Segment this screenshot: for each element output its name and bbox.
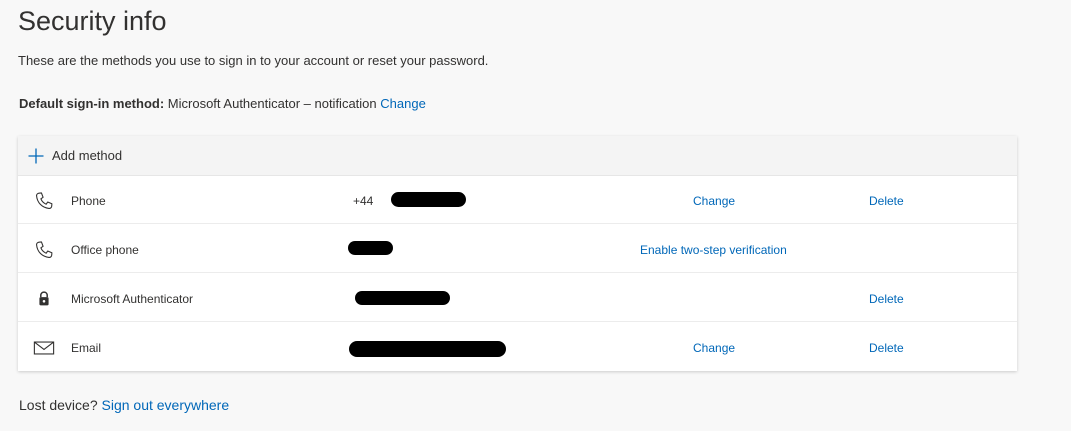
mail-icon	[33, 341, 55, 355]
change-email-link[interactable]: Change	[693, 341, 735, 355]
phone-icon	[36, 192, 53, 209]
delete-email-link[interactable]: Delete	[869, 341, 904, 355]
method-name: Office phone	[71, 243, 139, 257]
sign-out-everywhere-link[interactable]: Sign out everywhere	[102, 397, 230, 413]
methods-panel: Add method Phone +44 Change Delete Offic…	[18, 136, 1017, 371]
add-method-label: Add method	[52, 148, 123, 163]
change-phone-link[interactable]: Change	[693, 194, 735, 208]
method-row-email: Email Change Delete	[18, 323, 1017, 371]
add-method-button[interactable]: Add method	[18, 136, 1017, 176]
page-title: Security info	[18, 6, 167, 36]
method-row-phone: Phone +44 Change Delete	[18, 176, 1017, 224]
redaction-mark	[355, 291, 450, 305]
phone-icon	[36, 241, 53, 258]
method-value-text: +44	[353, 194, 374, 208]
redaction-mark	[391, 192, 466, 207]
redaction-mark	[349, 341, 506, 357]
lost-device-section: Lost device? Sign out everywhere	[19, 397, 229, 413]
page-subtitle: These are the methods you use to sign in…	[18, 53, 489, 68]
plus-icon	[28, 148, 44, 164]
default-method-label: Default sign-in method:	[19, 96, 165, 111]
method-name: Microsoft Authenticator	[71, 292, 194, 306]
delete-authenticator-link[interactable]: Delete	[869, 292, 904, 306]
method-row-office-phone: Office phone Enable two-step verificatio…	[18, 225, 1017, 273]
default-sign-in-method: Default sign-in method: Microsoft Authen…	[19, 96, 426, 111]
lock-icon	[39, 291, 49, 306]
method-row-authenticator: Microsoft Authenticator Delete	[18, 274, 1017, 322]
delete-phone-link[interactable]: Delete	[869, 194, 904, 208]
change-default-method-link[interactable]: Change	[380, 96, 426, 111]
method-name: Phone	[71, 194, 106, 208]
redaction-mark	[348, 241, 393, 255]
default-method-value: Microsoft Authenticator – notification	[167, 96, 377, 111]
method-name: Email	[71, 341, 102, 355]
enable-two-step-verification-link[interactable]: Enable two-step verification	[640, 243, 787, 257]
lost-device-prompt: Lost device?	[19, 397, 98, 413]
